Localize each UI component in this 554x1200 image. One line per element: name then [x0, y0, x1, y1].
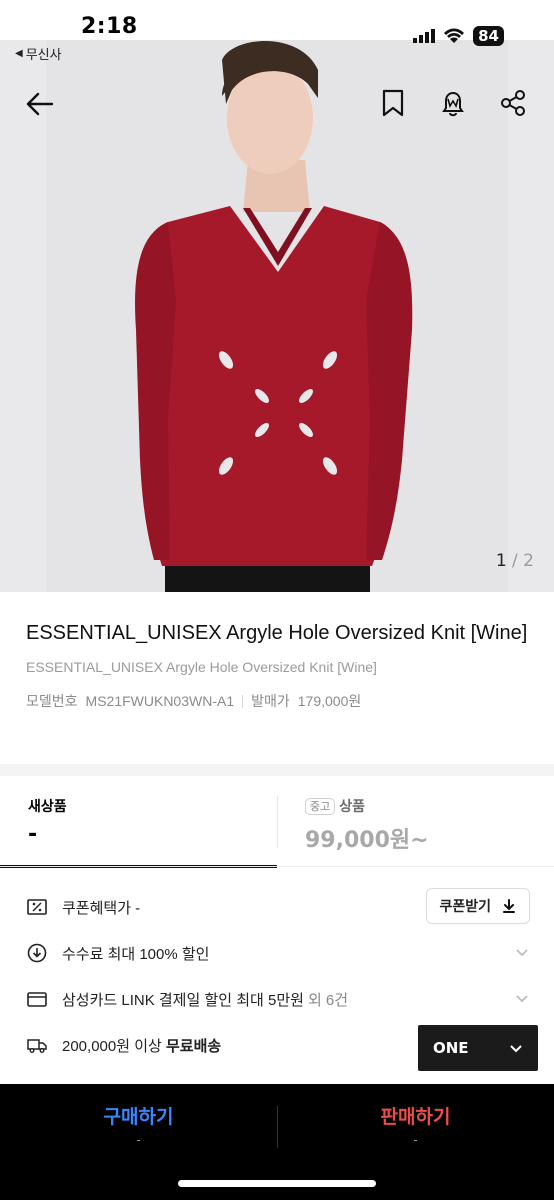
new-label: 새상품 — [28, 799, 67, 815]
truck-icon — [27, 1039, 47, 1053]
sell-price: - — [413, 1133, 418, 1147]
shipping-prefix: 200,000원 이상 — [62, 1037, 166, 1055]
alert-button[interactable] — [438, 88, 468, 118]
back-to-app[interactable]: ◀ 무신사 — [15, 44, 62, 63]
bookmark-icon — [382, 89, 404, 117]
new-price: - — [28, 822, 38, 847]
status-time: 2:18 — [81, 14, 138, 39]
top-actions — [378, 88, 528, 118]
model-label: 모델번호 — [26, 693, 78, 709]
get-coupon-button[interactable]: 쿠폰받기 — [426, 888, 530, 924]
chevron-down-icon — [516, 949, 528, 957]
signal-icon — [413, 29, 436, 43]
credit-card-icon — [27, 992, 47, 1007]
tab-new-product[interactable]: 새상품 - — [0, 776, 277, 868]
size-value: ONE — [433, 1039, 469, 1057]
tab-divider — [277, 796, 278, 848]
meta-divider — [242, 694, 244, 708]
tab-used-product[interactable]: 중고 상품 99,000원~ — [277, 776, 554, 868]
section-divider — [0, 764, 554, 776]
chevron-down-icon — [516, 995, 528, 1003]
product-meta: 모델번호 MS21FWUKN03WN-A1 발매가 179,000원 — [26, 691, 536, 711]
used-label-wrap: 중고 상품 — [305, 796, 365, 816]
wifi-icon — [444, 28, 465, 43]
product-info: ESSENTIAL_UNISEX Argyle Hole Oversized K… — [26, 618, 536, 711]
arrow-left-icon — [26, 92, 54, 116]
bookmark-button[interactable] — [378, 88, 408, 118]
back-app-label: 무신사 — [25, 48, 62, 63]
size-select[interactable]: ONE — [418, 1025, 538, 1071]
free-shipping-label: 무료배송 — [165, 1037, 222, 1055]
buy-button[interactable]: 구매하기 - — [0, 1102, 277, 1152]
discount-badge-icon — [27, 943, 47, 963]
chevron-down-icon — [510, 1045, 522, 1053]
used-label: 상품 — [339, 799, 366, 815]
card-discount-row[interactable]: 삼성카드 LINK 결제일 할인 최대 5만원 외 6건 — [26, 976, 530, 1022]
used-badge: 중고 — [305, 797, 336, 815]
card-discount-label: 삼성카드 LINK 결제일 할인 최대 5만원 — [62, 991, 304, 1009]
buy-label: 구매하기 — [103, 1106, 174, 1128]
product-title: ESSENTIAL_UNISEX Argyle Hole Oversized K… — [26, 622, 528, 644]
card-discount-more: 외 6건 — [307, 991, 349, 1009]
coupon-label: 쿠폰혜택가 - — [62, 899, 141, 917]
release-value: 179,000원 — [297, 693, 362, 709]
pager-total: / 2 — [512, 551, 534, 571]
status-bar: 2:18 84 — [0, 0, 554, 46]
tabs-bottom-line — [0, 866, 554, 867]
model-value: MS21FWUKN03WN-A1 — [85, 693, 235, 709]
sell-button[interactable]: 판매하기 - — [277, 1102, 554, 1152]
product-image[interactable]: 2:18 84 ◀ 무신사 1 / 2 — [0, 0, 554, 592]
buy-price: - — [136, 1133, 141, 1147]
share-button[interactable] — [498, 88, 528, 118]
system-icons: 84 — [413, 26, 504, 46]
caret-left-icon: ◀ — [15, 48, 23, 59]
sell-label: 판매하기 — [380, 1106, 451, 1128]
used-price: 99,000원~ — [305, 828, 429, 853]
bell-w-icon — [442, 91, 464, 117]
download-icon — [503, 899, 515, 913]
release-label: 발매가 — [251, 693, 290, 709]
fee-discount-row[interactable]: 수수료 최대 100% 할인 — [26, 930, 530, 976]
coupon-row: 쿠폰혜택가 - 쿠폰받기 — [26, 884, 530, 930]
share-icon — [501, 90, 525, 116]
fee-discount-label: 수수료 최대 100% 할인 — [62, 945, 210, 963]
pager-current: 1 — [495, 551, 507, 571]
product-subtitle: ESSENTIAL_UNISEX Argyle Hole Oversized K… — [26, 659, 377, 675]
home-indicator — [178, 1180, 376, 1187]
price-tabs: 새상품 - 중고 상품 99,000원~ — [0, 776, 554, 868]
coupon-icon — [27, 899, 47, 915]
get-coupon-label: 쿠폰받기 — [439, 898, 491, 914]
image-pager: 1 / 2 — [496, 551, 534, 571]
battery-indicator: 84 — [473, 26, 504, 46]
back-button[interactable] — [22, 86, 58, 122]
